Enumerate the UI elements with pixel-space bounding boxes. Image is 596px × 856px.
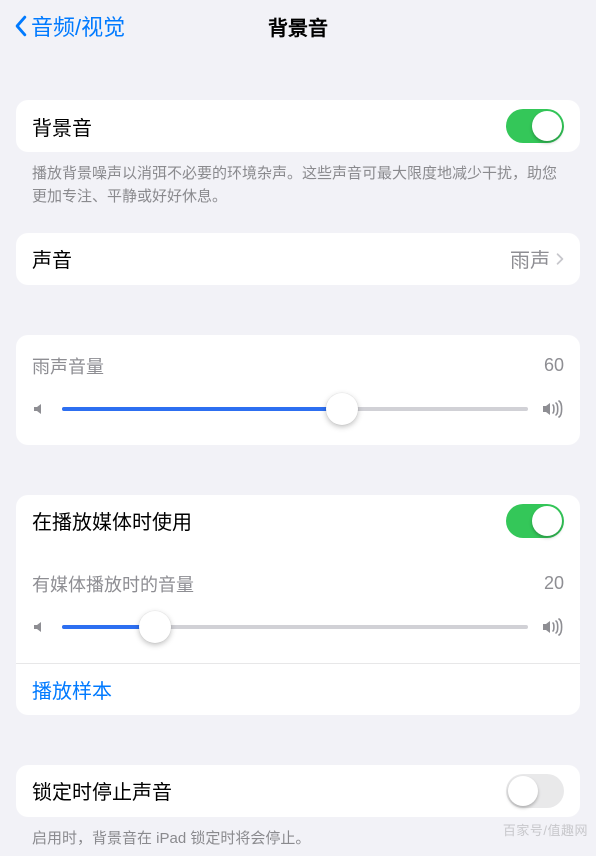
background-sound-toggle[interactable] [506,109,564,143]
group-lock: 锁定时停止声音 [16,765,580,817]
media-volume-slider[interactable] [62,611,528,643]
sound-value: 雨声 [510,244,550,273]
media-volume-label: 有媒体播放时的音量 [32,571,544,597]
row-sound[interactable]: 声音 雨声 [16,233,580,285]
volume-low-icon [32,619,48,635]
toggle-knob [532,111,562,141]
slider-thumb[interactable] [326,393,358,425]
stop-on-lock-toggle[interactable] [506,774,564,808]
use-with-media-label: 在播放媒体时使用 [32,506,506,535]
stop-on-lock-label: 锁定时停止声音 [32,776,506,805]
media-volume-slider-row [16,597,580,663]
slider-fill [62,407,342,411]
play-sample-link[interactable]: 播放样本 [32,675,112,704]
volume-high-icon [542,400,564,418]
toggle-knob [532,506,562,536]
volume-low-icon [32,401,48,417]
use-with-media-toggle[interactable] [506,504,564,538]
back-label: 音频/视觉 [31,10,125,42]
background-sound-label: 背景音 [32,112,506,141]
page-title: 背景音 [268,12,328,41]
volume-slider[interactable] [62,393,528,425]
background-sound-footer: 播放背景噪声以消弭不必要的环境杂声。这些声音可最大限度地减少干扰，助您更加专注、… [0,152,596,215]
volume-value: 60 [544,355,564,376]
group-media: 在播放媒体时使用 有媒体播放时的音量 20 播放样本 [16,495,580,715]
volume-slider-row [16,379,580,445]
group-main-toggle: 背景音 [16,100,580,152]
chevron-left-icon [14,15,29,37]
volume-high-icon [542,618,564,636]
row-stop-on-lock: 锁定时停止声音 [16,765,580,817]
volume-header: 雨声音量 60 [16,335,580,379]
chevron-right-icon [556,252,564,266]
watermark: 百家号/值趣网 [503,820,588,839]
volume-label: 雨声音量 [32,353,544,379]
row-background-sound: 背景音 [16,100,580,152]
sound-label: 声音 [32,244,510,273]
slider-thumb[interactable] [139,611,171,643]
group-volume: 雨声音量 60 [16,335,580,445]
nav-bar: 音频/视觉 背景音 [0,0,596,52]
group-sound: 声音 雨声 [16,233,580,285]
row-play-sample[interactable]: 播放样本 [16,663,580,715]
back-button[interactable]: 音频/视觉 [14,10,125,42]
media-volume-value: 20 [544,573,564,594]
toggle-knob [508,776,538,806]
media-volume-header: 有媒体播放时的音量 20 [16,547,580,597]
row-use-with-media: 在播放媒体时使用 [16,495,580,547]
